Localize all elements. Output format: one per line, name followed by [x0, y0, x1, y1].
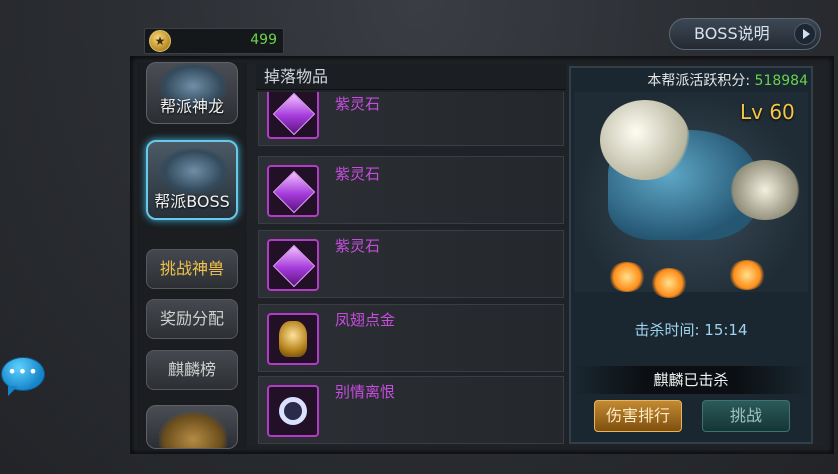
chat-button[interactable]: ••• [1, 357, 45, 396]
sidebar-item-challenge-beast[interactable]: 挑战神兽 [146, 249, 238, 289]
sidebar-item-guild-boss[interactable]: 帮派BOSS [146, 140, 238, 220]
list-item[interactable]: 紫灵石 [258, 230, 564, 298]
purple-gem-icon [267, 165, 319, 217]
flame-icon [608, 262, 646, 292]
item-name: 紫灵石 [335, 165, 381, 183]
activity-value: 518984 [754, 73, 808, 89]
sidebar-item-label: 挑战神兽 [159, 259, 224, 278]
chat-icon: ••• [7, 362, 39, 381]
purple-gem-icon [267, 92, 319, 139]
currency-value: 499 [250, 32, 277, 48]
golden-helmet-icon [267, 313, 319, 365]
item-name: 凤翅点金 [335, 311, 396, 329]
kill-time: 击杀时间: 15:14 [634, 321, 748, 339]
boss-status: 麒麟已击杀 [574, 366, 808, 394]
sidebar-item-label: 奖励分配 [159, 309, 224, 328]
play-icon [794, 23, 816, 45]
flame-icon [650, 268, 688, 298]
list-item[interactable]: 别情离恨 [258, 376, 564, 444]
list-item[interactable]: 凤翅点金 [258, 304, 564, 372]
bag-icon [159, 412, 227, 448]
boss-help-button[interactable]: BOSS说明 [669, 18, 821, 50]
item-name: 别情离恨 [335, 383, 396, 401]
boss-help-label: BOSS说明 [694, 24, 770, 43]
activity-score: 本帮派活跃积分: 518984 [572, 70, 808, 90]
sidebar-item-qilin-ranking[interactable]: 麒麟榜 [146, 350, 238, 390]
item-name: 紫灵石 [335, 237, 381, 255]
list-item[interactable]: 紫灵石 [258, 92, 564, 146]
flame-icon [728, 260, 766, 290]
drops-list[interactable]: 紫灵石 紫灵石 紫灵石 凤翅点金 别情离恨 [256, 92, 566, 448]
ring-icon [267, 385, 319, 437]
purple-gem-icon [267, 239, 319, 291]
challenge-button[interactable]: 挑战 [702, 400, 790, 432]
sidebar-item-reward-distribution[interactable]: 奖励分配 [146, 299, 238, 339]
sidebar-item-label: 麒麟榜 [167, 360, 216, 379]
sidebar-item-guild-dragon[interactable]: 帮派神龙 [146, 62, 238, 124]
qilin-mane [600, 100, 690, 180]
damage-rank-button[interactable]: 伤害排行 [594, 400, 682, 432]
activity-label: 本帮派活跃积分: [647, 73, 751, 89]
sidebar-item-label: 帮派BOSS [154, 192, 230, 211]
drops-title: 掉落物品 [256, 64, 566, 90]
qilin-tail [730, 160, 800, 220]
sidebar-item-treasure-bag[interactable] [146, 405, 238, 449]
sidebar-item-label: 帮派神龙 [159, 97, 224, 116]
item-name: 紫灵石 [335, 95, 381, 113]
coin-icon: ★ [149, 30, 171, 52]
boss-level: Lv 60 [740, 100, 795, 124]
list-item[interactable]: 紫灵石 [258, 156, 564, 224]
currency-bar: ★ 499 [144, 28, 284, 54]
